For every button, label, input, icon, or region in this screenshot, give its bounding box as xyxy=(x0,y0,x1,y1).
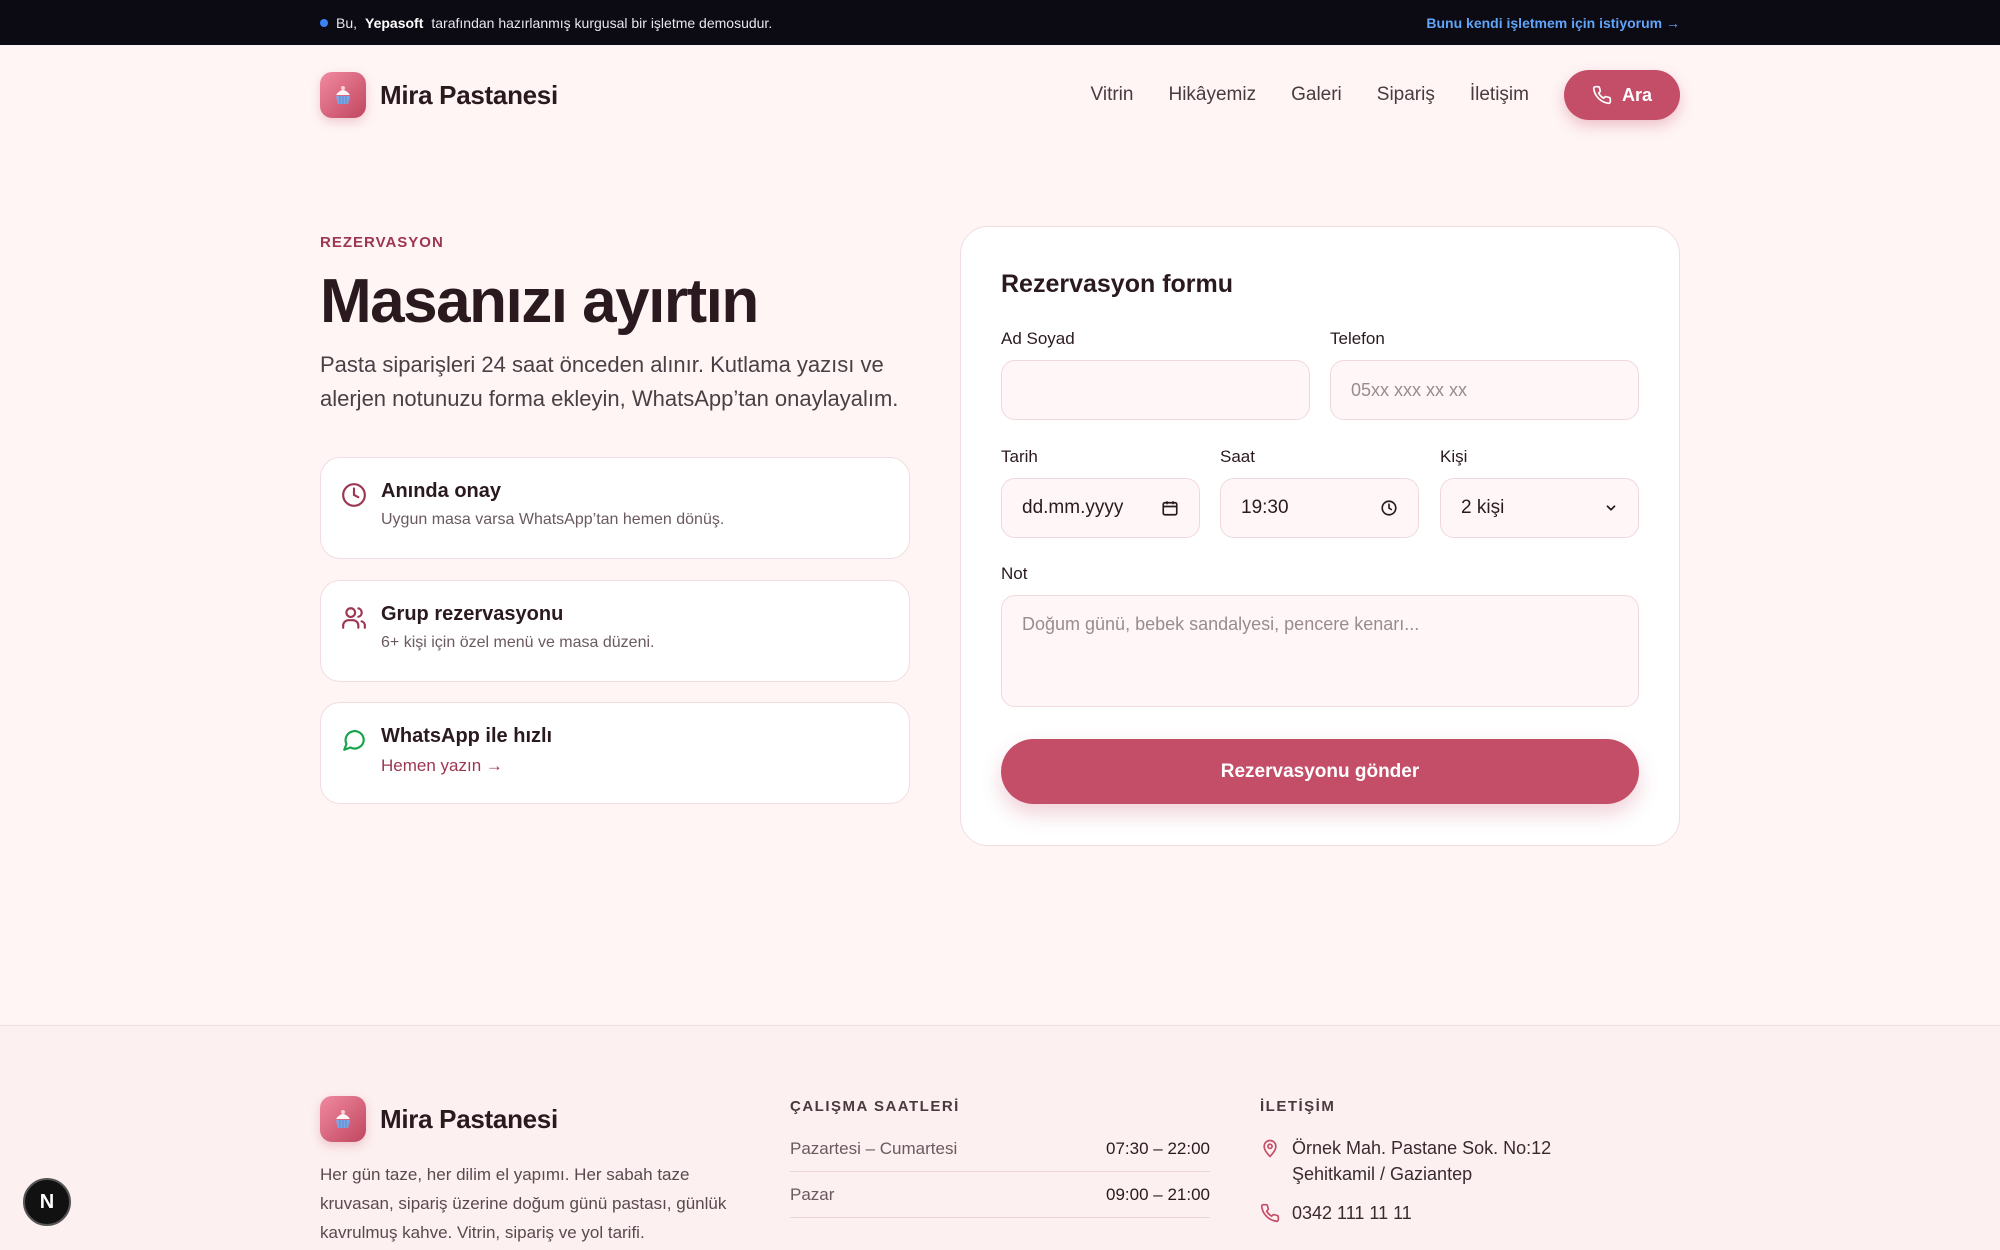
form-title: Rezervasyon formu xyxy=(1001,270,1234,298)
users-icon xyxy=(342,607,366,629)
brand-name: Mira Pastanesi xyxy=(380,79,558,110)
calendar-icon[interactable] xyxy=(1161,499,1179,517)
feature-card-whatsapp: WhatsApp ile hızlı Hemen yazın → xyxy=(320,702,910,804)
note-textarea[interactable] xyxy=(1001,595,1639,707)
call-label: Ara xyxy=(1621,84,1652,105)
map-pin-icon xyxy=(1263,1139,1277,1158)
card-desc: 6+ kişi için özel menü ve masa düzeni. xyxy=(381,634,655,651)
address-text: Örnek Mah. Pastane Sok. No:12 Şehitkamil… xyxy=(1292,1138,1552,1184)
time-input[interactable]: 19:30 xyxy=(1220,478,1419,538)
feature-card-instant: Anında onay Uygun masa varsa WhatsApp’ta… xyxy=(320,457,910,559)
site-header: Mira Pastanesi Vitrin Hikâyemiz Galeri S… xyxy=(320,70,1680,120)
banner-cta-link[interactable]: Bunu kendi işletmem için istiyorum → xyxy=(1426,15,1680,31)
framework-badge[interactable]: N xyxy=(23,1178,71,1226)
card-title: Anında onay xyxy=(381,480,502,502)
phone-input[interactable] xyxy=(1330,360,1639,420)
brand[interactable]: Mira Pastanesi xyxy=(320,72,558,118)
footer-brand-name: Mira Pastanesi xyxy=(380,1103,558,1134)
nav-hikayemiz[interactable]: Hikâyemiz xyxy=(1168,84,1256,106)
hours-time: 09:00 – 21:00 xyxy=(1106,1184,1210,1204)
note-label: Not xyxy=(1001,564,1028,583)
submit-reservation-button[interactable]: Rezervasyonu gönder xyxy=(1001,739,1639,804)
clock-picker-icon[interactable] xyxy=(1380,499,1398,517)
date-placeholder: dd.mm.yyyy xyxy=(1022,497,1124,518)
nav-iletisim[interactable]: İletişim xyxy=(1470,84,1529,106)
section-eyebrow: REZERVASYON xyxy=(320,234,444,251)
card-title: WhatsApp ile hızlı xyxy=(381,725,553,747)
main-nav: Vitrin Hikâyemiz Galeri Sipariş İletişim… xyxy=(1091,70,1680,120)
banner-dot-icon xyxy=(320,18,328,27)
time-value: 19:30 xyxy=(1241,497,1289,518)
date-label: Tarih xyxy=(1001,447,1038,466)
people-select[interactable]: 2 kişi xyxy=(1440,478,1639,538)
hours-day: Pazar xyxy=(790,1184,835,1204)
hero-lead: Pasta siparişleri 24 saat önceden alınır… xyxy=(320,352,899,411)
hours-heading: ÇALIŞMA SAATLERİ xyxy=(790,1098,960,1115)
name-label: Ad Soyad xyxy=(1001,329,1075,348)
clock-icon xyxy=(342,483,366,507)
banner-prefix: Bu, xyxy=(336,14,358,31)
call-button[interactable]: Ara xyxy=(1563,70,1680,120)
nav-siparis[interactable]: Sipariş xyxy=(1377,84,1435,106)
banner-text: Bu, Yepasoft tarafından hazırlanmış kurg… xyxy=(320,15,772,31)
name-input[interactable] xyxy=(1001,360,1310,420)
cupcake-logo-icon xyxy=(320,1096,366,1142)
card-desc: Uygun masa varsa WhatsApp’tan hemen dönü… xyxy=(381,511,725,528)
hours-time: 07:30 – 22:00 xyxy=(1106,1138,1210,1158)
whatsapp-link[interactable]: Hemen yazın → xyxy=(381,756,503,776)
hours-row: Pazar 09:00 – 21:00 xyxy=(790,1172,1210,1218)
phone-icon xyxy=(1592,85,1612,105)
footer-brand: Mira Pastanesi xyxy=(320,1096,558,1142)
card-title: Grup rezervasyonu xyxy=(381,603,564,625)
cupcake-logo-icon xyxy=(320,72,366,118)
time-label: Saat xyxy=(1220,447,1255,466)
people-value: 2 kişi xyxy=(1461,497,1505,518)
footer-address: Örnek Mah. Pastane Sok. No:12 Şehitkamil… xyxy=(1260,1135,1560,1187)
banner-suffix: tarafından hazırlanmış kurgusal bir işle… xyxy=(431,14,773,31)
hours-day: Pazartesi – Cumartesi xyxy=(790,1138,958,1158)
phone-icon xyxy=(1260,1203,1280,1223)
date-input[interactable]: dd.mm.yyyy xyxy=(1001,478,1200,538)
demo-banner: Bu, Yepasoft tarafından hazırlanmış kurg… xyxy=(0,0,2000,45)
nav-vitrin[interactable]: Vitrin xyxy=(1091,84,1134,106)
hours-row: Pazartesi – Cumartesi 07:30 – 22:00 xyxy=(790,1126,1210,1172)
banner-brand: Yepasoft xyxy=(365,14,424,31)
phone-label: Telefon xyxy=(1330,329,1385,348)
footer-phone[interactable]: 0342 111 11 11 xyxy=(1260,1200,1412,1226)
page-title: Masanızı ayırtın xyxy=(320,267,759,336)
chat-icon xyxy=(343,730,365,751)
people-label: Kişi xyxy=(1440,447,1468,466)
contact-heading: İLETİŞİM xyxy=(1260,1098,1336,1115)
feature-card-group: Grup rezervasyonu 6+ kişi için özel menü… xyxy=(320,580,910,682)
phone-text: 0342 111 11 11 xyxy=(1292,1203,1412,1223)
footer-description: Her gün taze, her dilim el yapımı. Her s… xyxy=(320,1165,727,1242)
chevron-down-icon xyxy=(1606,505,1616,511)
nav-galeri[interactable]: Galeri xyxy=(1291,84,1342,106)
